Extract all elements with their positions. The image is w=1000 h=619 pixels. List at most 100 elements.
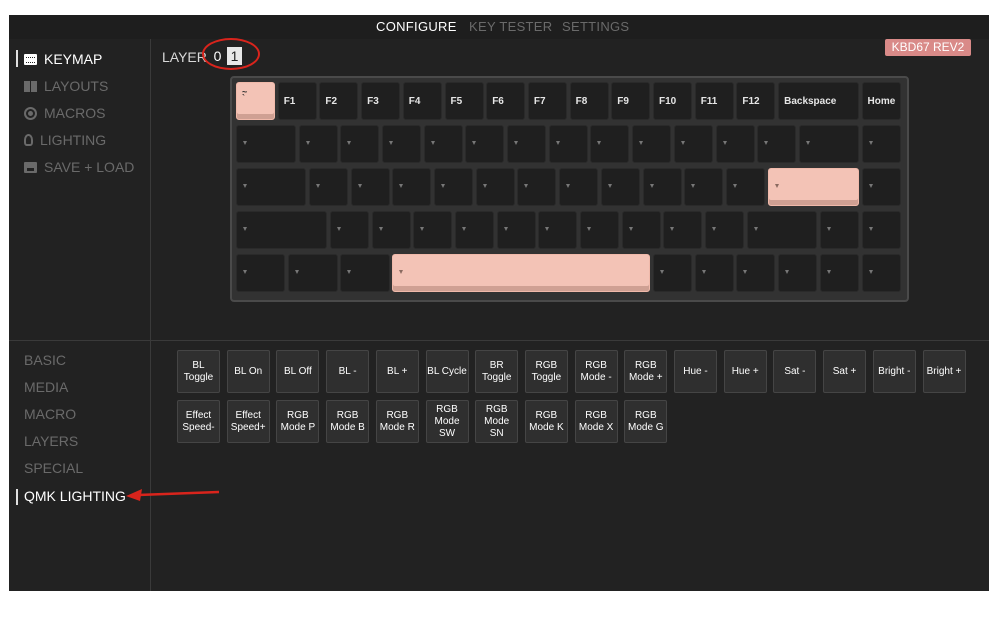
key[interactable]: Home	[861, 82, 901, 120]
keycode-button[interactable]: Effect Speed+	[226, 400, 270, 443]
key[interactable]	[548, 125, 588, 163]
key[interactable]	[475, 168, 515, 206]
key[interactable]	[819, 211, 859, 249]
key[interactable]	[705, 211, 745, 249]
category-basic[interactable]: BASIC	[24, 352, 66, 368]
sidebar-item-lighting[interactable]: LIGHTING	[24, 130, 106, 150]
category-macro[interactable]: MACRO	[24, 406, 76, 422]
key-enter[interactable]	[767, 168, 859, 206]
key[interactable]	[861, 168, 901, 206]
key[interactable]: F9	[611, 82, 651, 120]
key[interactable]	[392, 168, 432, 206]
key[interactable]	[861, 125, 901, 163]
key[interactable]	[673, 125, 713, 163]
key[interactable]	[746, 211, 818, 249]
keycode-button[interactable]: Effect Speed-	[177, 400, 220, 443]
key[interactable]	[423, 125, 463, 163]
category-qmk-lighting[interactable]: QMK LIGHTING	[16, 488, 126, 505]
key[interactable]	[694, 254, 734, 292]
key[interactable]	[236, 168, 307, 206]
key[interactable]	[538, 211, 578, 249]
key[interactable]: F8	[569, 82, 609, 120]
tab-settings[interactable]: SETTINGS	[562, 19, 629, 34]
keycode-button[interactable]: BL On	[226, 350, 270, 393]
key[interactable]	[236, 254, 286, 292]
keycode-button[interactable]: Bright +	[922, 350, 966, 393]
key[interactable]: F3	[361, 82, 401, 120]
key[interactable]: F11	[694, 82, 734, 120]
key[interactable]	[288, 254, 338, 292]
key[interactable]: F6	[486, 82, 526, 120]
key[interactable]	[340, 125, 380, 163]
sidebar-item-save-load[interactable]: SAVE + LOAD	[24, 157, 134, 177]
keycode-button[interactable]: BL -	[326, 350, 370, 393]
category-media[interactable]: MEDIA	[24, 379, 68, 395]
key[interactable]	[653, 254, 692, 292]
key[interactable]	[663, 211, 703, 249]
key[interactable]	[507, 125, 547, 163]
key[interactable]	[298, 125, 338, 163]
keycode-button[interactable]: RGB Mode G	[624, 400, 668, 443]
key[interactable]: F12	[736, 82, 776, 120]
key[interactable]	[413, 211, 453, 249]
tab-key-tester[interactable]: KEY TESTER	[469, 19, 552, 34]
keycode-button[interactable]: BL Cycle	[425, 350, 469, 393]
key[interactable]	[340, 254, 390, 292]
key[interactable]	[600, 168, 640, 206]
category-layers[interactable]: LAYERS	[24, 433, 78, 449]
keycode-button[interactable]: BR Toggle	[475, 350, 519, 393]
key[interactable]	[632, 125, 672, 163]
keycode-button[interactable]: RGB Mode P	[276, 400, 320, 443]
key[interactable]	[861, 254, 901, 292]
keycode-button[interactable]: Sat +	[823, 350, 867, 393]
keycode-button[interactable]: RGB Mode B	[326, 400, 370, 443]
keycode-button[interactable]: Bright -	[872, 350, 916, 393]
key[interactable]	[798, 125, 859, 163]
key-grave[interactable]: ~ `	[236, 82, 275, 120]
key[interactable]	[496, 211, 536, 249]
key[interactable]	[454, 211, 494, 249]
key[interactable]	[725, 168, 765, 206]
key[interactable]	[715, 125, 755, 163]
category-special[interactable]: SPECIAL	[24, 460, 83, 476]
key[interactable]	[757, 125, 797, 163]
keycode-button[interactable]: Hue -	[674, 350, 717, 393]
keycode-button[interactable]: RGB Mode X	[574, 400, 618, 443]
key[interactable]: F5	[444, 82, 484, 120]
key[interactable]	[559, 168, 599, 206]
key[interactable]	[308, 168, 348, 206]
keycode-button[interactable]: RGB Mode K	[524, 400, 568, 443]
key[interactable]	[236, 211, 328, 249]
keycode-button[interactable]: BL Off	[276, 350, 320, 393]
sidebar-item-layouts[interactable]: LAYOUTS	[24, 76, 108, 96]
keycode-button[interactable]: RGB Mode R	[375, 400, 419, 443]
keycode-button[interactable]: BL +	[375, 350, 419, 393]
tab-configure[interactable]: CONFIGURE	[376, 19, 457, 34]
keycode-button[interactable]: Sat -	[773, 350, 817, 393]
key[interactable]: F7	[527, 82, 567, 120]
key[interactable]	[465, 125, 505, 163]
key[interactable]	[684, 168, 724, 206]
key[interactable]	[590, 125, 630, 163]
key-space[interactable]	[392, 254, 651, 292]
key[interactable]	[381, 125, 421, 163]
keycode-button[interactable]: RGB Toggle	[524, 350, 568, 393]
keycode-button[interactable]: RGB Mode +	[624, 350, 668, 393]
key[interactable]	[434, 168, 474, 206]
key[interactable]	[736, 254, 776, 292]
key[interactable]	[621, 211, 661, 249]
key[interactable]	[819, 254, 859, 292]
key[interactable]	[778, 254, 818, 292]
key[interactable]	[236, 125, 296, 163]
keycode-button[interactable]: Hue +	[723, 350, 767, 393]
key[interactable]: F4	[402, 82, 442, 120]
key[interactable]: F1	[277, 82, 317, 120]
key[interactable]	[371, 211, 411, 249]
sidebar-item-keymap[interactable]: KEYMAP	[15, 49, 102, 69]
keycode-button[interactable]: BL Toggle	[177, 350, 220, 393]
key[interactable]: F2	[319, 82, 359, 120]
keycode-button[interactable]: RGB Mode SN	[475, 400, 519, 443]
sidebar-item-macros[interactable]: MACROS	[24, 103, 105, 123]
key[interactable]	[861, 211, 901, 249]
key[interactable]	[517, 168, 557, 206]
